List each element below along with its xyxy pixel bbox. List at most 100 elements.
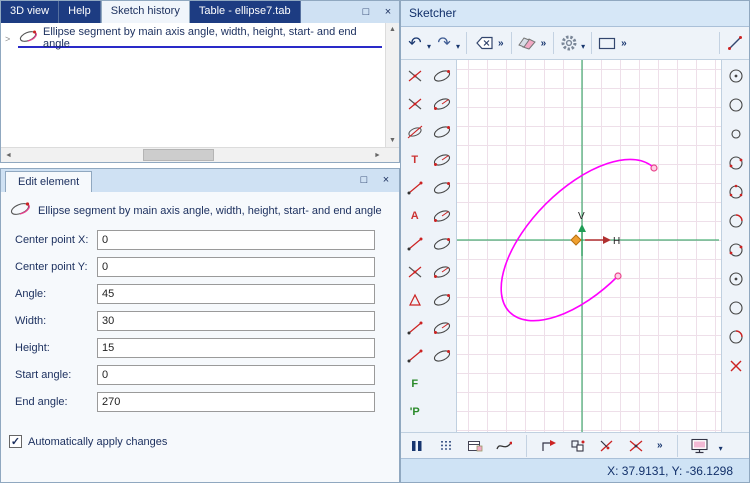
center-y-input[interactable] xyxy=(97,257,375,277)
eraser-icon[interactable] xyxy=(517,31,537,55)
scroll-right-icon[interactable]: ► xyxy=(370,152,385,159)
ellipse2-tool-icon[interactable] xyxy=(430,149,454,171)
tab-sketch-history[interactable]: Sketch history xyxy=(101,1,190,23)
ellipse2-tool-icon[interactable] xyxy=(430,205,454,227)
circle-small-tool-icon[interactable] xyxy=(724,123,748,145)
circle-tool-icon[interactable] xyxy=(724,297,748,319)
sketch-history-window: 3D view Help Sketch history Table - elli… xyxy=(0,0,400,163)
expand-caret-icon[interactable]: > xyxy=(5,34,14,44)
ellipse2-tool-icon[interactable] xyxy=(430,93,454,115)
checkbox-icon[interactable]: ✓ xyxy=(9,435,22,448)
curve-end-handle[interactable] xyxy=(615,273,621,279)
width-input[interactable] xyxy=(97,311,375,331)
h-axis-label: H xyxy=(613,236,620,247)
scrollbar-corner xyxy=(385,147,399,162)
curve-start-handle[interactable] xyxy=(651,165,657,171)
scroll-down-icon[interactable]: ▼ xyxy=(389,137,396,144)
field-row: Center point X: xyxy=(15,230,399,250)
redo-button[interactable]: ↷ xyxy=(434,31,454,55)
red-diag-tool-icon[interactable] xyxy=(403,317,427,339)
ellipse-tool-icon[interactable] xyxy=(430,65,454,87)
letter-tool-icon[interactable]: T xyxy=(403,149,427,171)
origin-marker[interactable] xyxy=(571,235,581,245)
ellipse2-tool-icon[interactable] xyxy=(430,317,454,339)
red-cross-tool-icon[interactable] xyxy=(403,65,427,87)
field-row: Center point Y: xyxy=(15,257,399,277)
maximize-icon[interactable]: □ xyxy=(355,1,377,23)
scroll-up-icon[interactable]: ▲ xyxy=(389,26,396,33)
circle-dot-tool-icon[interactable] xyxy=(724,65,748,87)
ellipse-segment-icon xyxy=(18,29,38,47)
tab-help[interactable]: Help xyxy=(59,1,101,23)
move-node-icon[interactable] xyxy=(539,434,559,458)
rectangle-select-icon[interactable] xyxy=(597,31,617,55)
copy-node-icon[interactable] xyxy=(568,434,588,458)
settings-gear-icon[interactable] xyxy=(559,31,579,55)
ellipse2-tool-icon[interactable] xyxy=(430,261,454,283)
letter-tool-icon[interactable]: A xyxy=(403,205,427,227)
letter-tool-icon[interactable]: F xyxy=(403,373,427,395)
split-node-icon[interactable] xyxy=(626,434,646,458)
circle-dot-tool-icon[interactable] xyxy=(724,268,748,290)
ellipse-tool-icon[interactable] xyxy=(430,233,454,255)
thick-bars-icon[interactable] xyxy=(407,434,427,458)
angle-input[interactable] xyxy=(97,284,375,304)
maximize-icon[interactable]: □ xyxy=(353,169,375,192)
h-axis-arrowhead-icon xyxy=(603,236,611,244)
edit-element-tab[interactable]: Edit element xyxy=(5,171,92,192)
tab-3d-view[interactable]: 3D view xyxy=(1,1,59,23)
circle-arc-tool-icon[interactable] xyxy=(724,210,748,232)
red-cross-tool-icon[interactable] xyxy=(403,93,427,115)
start-angle-input[interactable] xyxy=(97,365,375,385)
tab-table-ellipse7[interactable]: Table - ellipse7.tab xyxy=(190,1,301,23)
dotted-grid-icon[interactable] xyxy=(436,434,456,458)
red-axis-tool-icon[interactable] xyxy=(403,121,427,143)
red-tri-tool-icon[interactable] xyxy=(403,289,427,311)
undo-button[interactable]: ↶ xyxy=(405,31,425,55)
circle-red-tool-icon[interactable] xyxy=(724,239,748,261)
trim-icon[interactable] xyxy=(597,434,617,458)
red-diag-tool-icon[interactable] xyxy=(403,233,427,255)
letter-tool-icon[interactable]: 'P xyxy=(403,401,427,423)
ellipse-tool-icon[interactable] xyxy=(430,177,454,199)
circle-red3-tool-icon[interactable] xyxy=(724,181,748,203)
ellipse-tool-icon[interactable] xyxy=(430,345,454,367)
delete-backspace-icon[interactable] xyxy=(472,31,494,55)
display-dropdown-icon[interactable]: ▾ xyxy=(719,444,723,453)
ellipse-tool-icon[interactable] xyxy=(430,289,454,311)
more-tools-chevron-icon[interactable]: » xyxy=(498,38,504,49)
auto-apply-checkbox[interactable]: ✓ Automatically apply changes xyxy=(9,435,399,448)
close-icon[interactable]: × xyxy=(375,169,397,192)
gear-dropdown-icon[interactable]: ▾ xyxy=(581,42,585,51)
circle-arc-tool-icon[interactable] xyxy=(724,326,748,348)
scrollbar-thumb[interactable] xyxy=(143,149,214,161)
ellipse-tool-icon[interactable] xyxy=(430,121,454,143)
center-x-input[interactable] xyxy=(97,230,375,250)
status-bar: X: 37.9131, Y: -36.1298 xyxy=(401,458,749,482)
height-input[interactable] xyxy=(97,338,375,358)
more-select-chevron-icon[interactable]: » xyxy=(621,38,627,49)
horizontal-scrollbar[interactable]: ◄ ► xyxy=(1,147,385,162)
line-tool-icon[interactable] xyxy=(725,31,745,55)
circle-tool-icon[interactable] xyxy=(724,94,748,116)
more-erase-chevron-icon[interactable]: » xyxy=(541,38,547,49)
edit-fields: Center point X: Center point Y: Angle: W… xyxy=(1,230,399,419)
redo-dropdown-icon[interactable]: ▾ xyxy=(456,42,460,51)
sketch-canvas[interactable]: V H xyxy=(457,60,721,432)
red-diag-tool-icon[interactable] xyxy=(403,177,427,199)
circle-red-tool-icon[interactable] xyxy=(724,152,748,174)
more-bottom-chevron-icon[interactable]: » xyxy=(657,440,663,451)
end-angle-input[interactable] xyxy=(97,392,375,412)
field-row: Angle: xyxy=(15,284,399,304)
red-x-tool-icon[interactable] xyxy=(724,355,748,377)
close-icon[interactable]: × xyxy=(377,1,399,23)
red-diag-tool-icon[interactable] xyxy=(403,345,427,367)
spline-icon[interactable] xyxy=(494,434,514,458)
display-icon[interactable] xyxy=(690,434,710,458)
red-cross-tool-icon[interactable] xyxy=(403,261,427,283)
undo-dropdown-icon[interactable]: ▾ xyxy=(427,42,431,51)
history-item-row[interactable]: > Ellipse segment by main axis angle, wi… xyxy=(1,29,385,48)
scroll-left-icon[interactable]: ◄ xyxy=(1,152,16,159)
vertical-scrollbar[interactable]: ▲ ▼ xyxy=(385,23,399,147)
sheet-icon[interactable] xyxy=(465,434,485,458)
